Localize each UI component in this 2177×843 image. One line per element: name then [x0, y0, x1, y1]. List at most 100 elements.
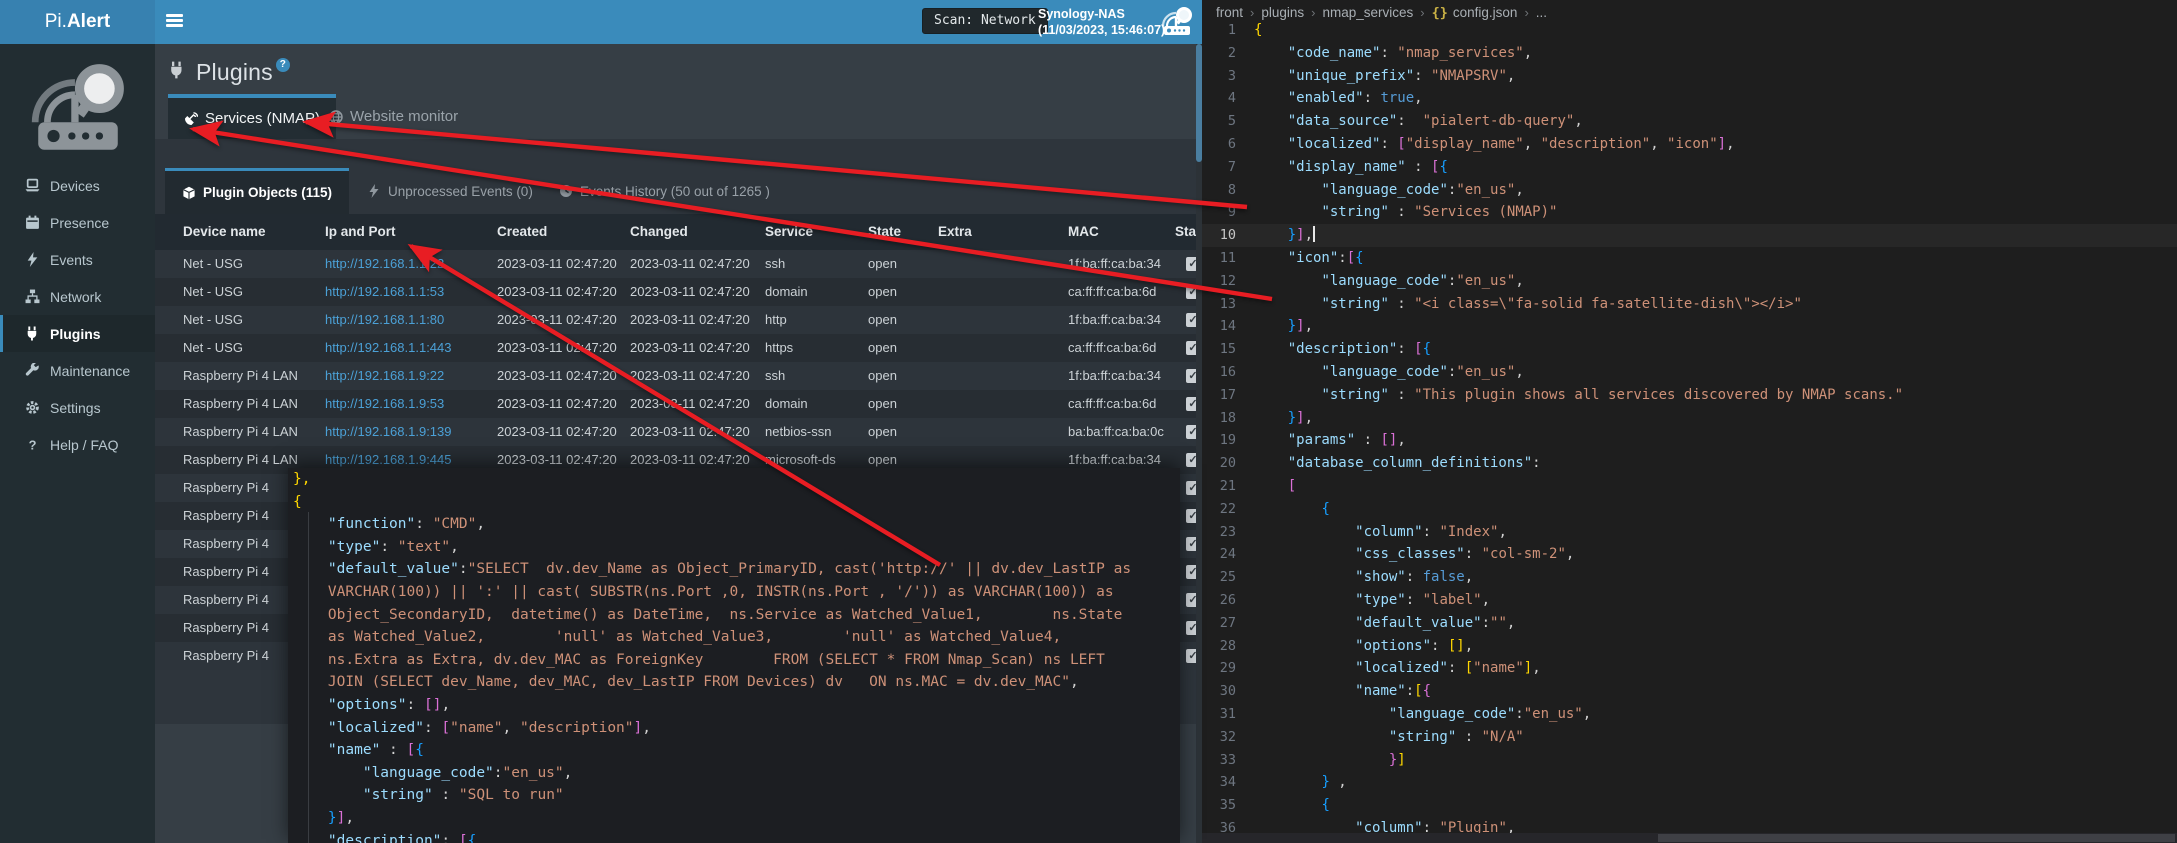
ip-port-link[interactable]: http://192.168.1.9:53: [325, 390, 490, 418]
device-name: Synology-NAS: [1038, 6, 1165, 22]
sidebar-item-events[interactable]: Events: [0, 241, 155, 278]
horizontal-scrollbar[interactable]: [1202, 833, 2177, 843]
column-header-created[interactable]: Created: [497, 214, 625, 250]
line-number: 5: [1202, 110, 1254, 133]
calendar-icon: [24, 215, 41, 231]
sidebar-item-help-faq[interactable]: ?Help / FAQ: [0, 426, 155, 463]
code-line-1: 1{: [1202, 19, 2177, 42]
column-header-extra[interactable]: Extra: [938, 214, 1064, 250]
ip-port-link[interactable]: http://192.168.1.9:22: [325, 362, 490, 390]
hscroll-thumb[interactable]: [1658, 834, 2175, 842]
line-number: 21: [1202, 475, 1254, 498]
column-header-ip-and-port[interactable]: Ip and Port: [325, 214, 490, 250]
text-cursor: [1313, 226, 1315, 242]
breadcrumb-separator: ›: [1311, 5, 1315, 20]
line-number: 19: [1202, 429, 1254, 452]
sidebar-item-settings[interactable]: Settings: [0, 389, 155, 426]
line-number: 22: [1202, 498, 1254, 521]
sidebar-item-network[interactable]: Network: [0, 278, 155, 315]
code-line-29: 29 "localized": ["name"],: [1202, 657, 2177, 680]
breadcrumb-item[interactable]: ...: [1536, 5, 1547, 20]
table-cell: Net - USG: [183, 334, 321, 362]
code-line-30: 30 "name":[{: [1202, 680, 2177, 703]
line-number: 24: [1202, 543, 1254, 566]
wrench-icon: [24, 363, 41, 379]
column-header-state[interactable]: State: [868, 214, 933, 250]
sidebar-item-maintenance[interactable]: Maintenance: [0, 352, 155, 389]
sidebar-item-plugins[interactable]: Plugins: [0, 315, 155, 352]
overlay-code-line: "function": "CMD",: [288, 513, 1180, 536]
breadcrumb-separator: ›: [1250, 5, 1254, 20]
ip-port-link[interactable]: http://192.168.1.1:22: [325, 250, 490, 278]
table-row: Net - USGhttp://192.168.1.1:222023-03-11…: [155, 250, 1196, 278]
overlay-code-line: "description": [{: [288, 830, 1180, 843]
column-header-changed[interactable]: Changed: [630, 214, 758, 250]
device-timestamp: (11/03/2023, 15:46:07): [1038, 22, 1165, 38]
sidebar-item-presence[interactable]: Presence: [0, 204, 155, 241]
sidebar-item-devices[interactable]: Devices: [0, 167, 155, 204]
code-editor-window: front›plugins›nmap_services›{}config.jso…: [1202, 0, 2177, 843]
brand-logo[interactable]: Pi.Alert: [0, 0, 155, 44]
scan-status-badge: Scan: Network: [922, 8, 1048, 34]
table-cell: 2023-03-11 02:47:20: [497, 390, 625, 418]
code-line-13: 13 "string" : "<i class=\"fa-solid fa-sa…: [1202, 293, 2177, 316]
line-number: 14: [1202, 315, 1254, 338]
breadcrumb-item[interactable]: plugins: [1261, 5, 1304, 20]
table-cell: domain: [765, 278, 863, 306]
code-line-12: 12 "language_code":"en_us",: [1202, 270, 2177, 293]
overlay-code-editor[interactable]: },{ "function": "CMD", "type": "text", "…: [288, 468, 1180, 843]
line-number: 28: [1202, 635, 1254, 658]
table-cell: [938, 278, 1064, 306]
line-number: 33: [1202, 749, 1254, 772]
svg-text:?: ?: [29, 437, 37, 452]
satellite-icon: [184, 112, 198, 126]
tab-label: Plugin Objects (115): [203, 185, 332, 200]
breadcrumb-item[interactable]: nmap_services: [1322, 5, 1413, 20]
brand-alert: Alert: [67, 11, 110, 33]
code-line-33: 33 }]: [1202, 749, 2177, 772]
ip-port-link[interactable]: http://192.168.1.1:53: [325, 278, 490, 306]
table-cell: open: [868, 390, 933, 418]
tab-website-monitor[interactable]: Website monitor: [315, 94, 472, 139]
code-line-34: 34 } ,: [1202, 771, 2177, 794]
sidebar-toggle-icon[interactable]: [166, 14, 186, 30]
tab-events-history-50-out-of-1265[interactable]: Events History (50 out of 1265 ): [545, 168, 784, 214]
breadcrumb-item[interactable]: front: [1216, 5, 1243, 20]
ip-port-link[interactable]: http://192.168.1.9:139: [325, 418, 490, 446]
breadcrumb-item[interactable]: config.json: [1453, 5, 1518, 20]
column-header-device-name[interactable]: Device name: [183, 214, 321, 250]
ip-port-link[interactable]: http://192.168.1.1:443: [325, 334, 490, 362]
code-editor[interactable]: 1{2 "code_name": "nmap_services",3 "uniq…: [1202, 19, 2177, 825]
tab-services-nmap[interactable]: Services (NMAP): [168, 94, 336, 139]
cube-icon: [182, 186, 196, 200]
column-header-mac[interactable]: MAC: [1068, 214, 1176, 250]
top-navbar: Pi.Alert Scan: Network Synology-NAS (11/…: [0, 0, 1202, 44]
line-number: 3: [1202, 65, 1254, 88]
tab-unprocessed-events-0[interactable]: Unprocessed Events (0): [353, 168, 547, 214]
table-cell: 1f:ba:ff:ca:ba:34: [1068, 306, 1176, 334]
code-line-25: 25 "show": false,: [1202, 566, 2177, 589]
sidebar-item-label: Maintenance: [50, 363, 130, 379]
code-line-26: 26 "type": "label",: [1202, 589, 2177, 612]
table-cell: 2023-03-11 02:47:20: [497, 250, 625, 278]
device-status: Synology-NAS (11/03/2023, 15:46:07): [1038, 6, 1165, 38]
table-cell: 2023-03-11 02:47:20: [497, 278, 625, 306]
code-line-20: 20 "database_column_definitions":: [1202, 452, 2177, 475]
line-number: 2: [1202, 42, 1254, 65]
table-cell: [938, 306, 1064, 334]
indent-guide: [308, 512, 309, 843]
code-line-10: 10 }],: [1202, 224, 2177, 247]
table-row: Net - USGhttp://192.168.1.1:532023-03-11…: [155, 278, 1196, 306]
line-number: 7: [1202, 156, 1254, 179]
tab-label: Services (NMAP): [205, 110, 320, 127]
plugin-subtabs: Plugin Objects (115) Unprocessed Events (…: [155, 168, 1196, 214]
tab-plugin-objects-115[interactable]: Plugin Objects (115): [165, 168, 349, 214]
table-cell: [938, 334, 1064, 362]
ip-port-link[interactable]: http://192.168.1.1:80: [325, 306, 490, 334]
table-cell: 2023-03-11 02:47:20: [497, 362, 625, 390]
table-cell: 2023-03-11 02:47:20: [497, 306, 625, 334]
column-header-service[interactable]: Service: [765, 214, 863, 250]
help-badge-icon[interactable]: ?: [276, 58, 290, 72]
line-number: 4: [1202, 87, 1254, 110]
table-cell: 2023-03-11 02:47:20: [630, 390, 758, 418]
